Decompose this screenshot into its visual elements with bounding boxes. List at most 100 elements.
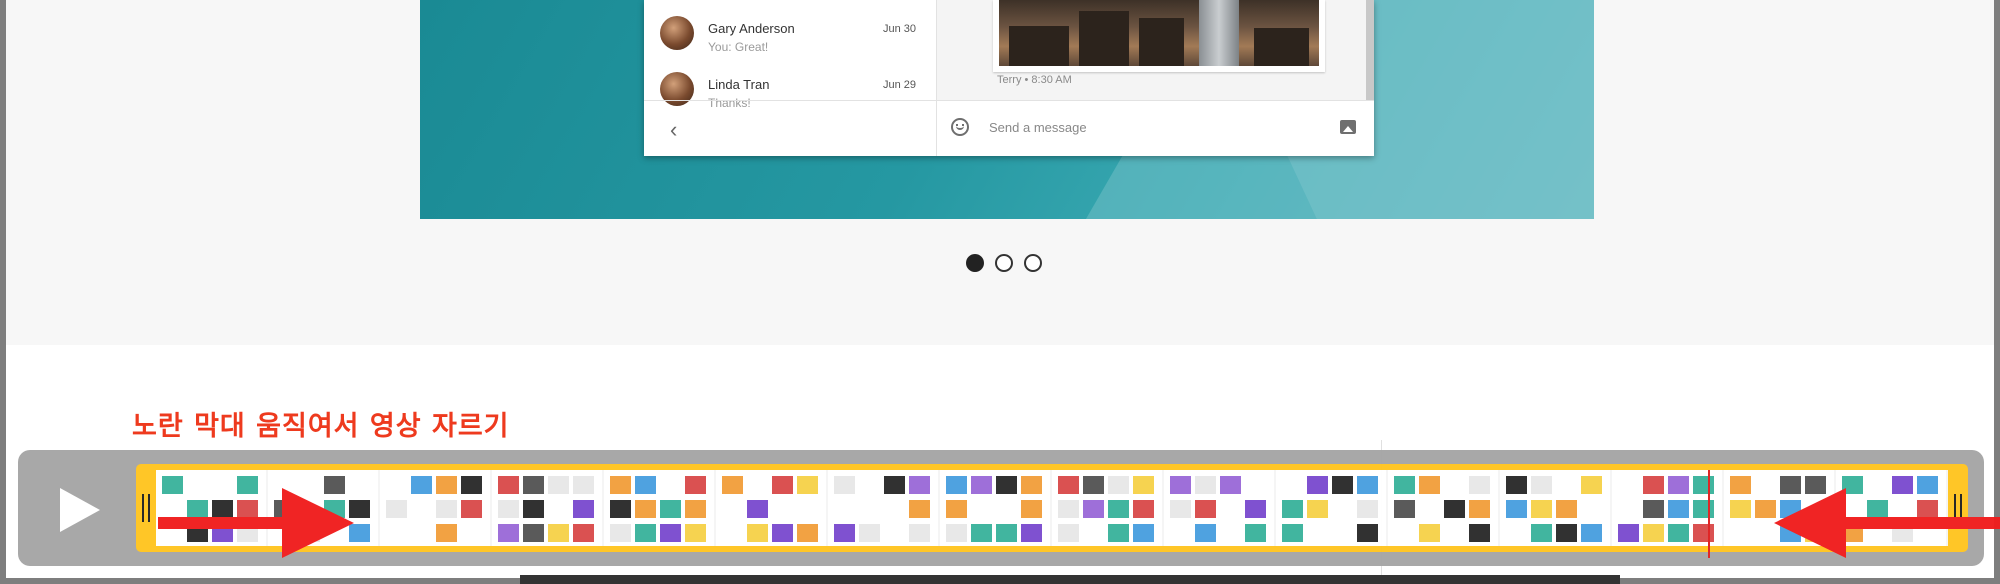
thumbnail-tile	[1108, 524, 1129, 542]
photo-building	[1254, 28, 1309, 66]
avatar	[660, 16, 694, 50]
video-trim-bar	[18, 450, 2000, 566]
thumbnail-tile	[996, 524, 1017, 542]
photo-tower	[1199, 0, 1239, 66]
thumbnail-tile	[461, 476, 482, 494]
thumbnail-tile	[1668, 476, 1689, 494]
photo-building	[1009, 26, 1069, 66]
thumbnail-tile	[1195, 500, 1216, 518]
conversation-date: Jun 30	[882, 23, 916, 35]
thumbnail-tile	[1170, 476, 1191, 494]
chat-scrollbar	[1366, 0, 1374, 100]
thumbnail-tile	[1133, 500, 1154, 518]
thumbnail-tile	[573, 524, 594, 542]
filmstrip-frame	[380, 470, 490, 546]
thumbnail-tile	[1133, 524, 1154, 542]
thumbnail-tile	[1419, 476, 1440, 494]
thumbnail-tile	[498, 524, 519, 542]
filmstrip-frame	[1164, 470, 1274, 546]
thumbnail-tile	[573, 500, 594, 518]
thumbnail-tile	[1469, 524, 1490, 542]
thumbnail-tile	[1531, 476, 1552, 494]
thumbnail-tile	[1220, 476, 1241, 494]
thumbnail-tile	[1021, 500, 1042, 518]
hero-slide-image: Gary Anderson Jun 30 You: Great! Linda T…	[420, 0, 1594, 219]
thumbnail-tile	[834, 476, 855, 494]
carousel-dot-2[interactable]	[995, 254, 1013, 272]
thumbnail-tile	[1021, 524, 1042, 542]
thumbnail-tile	[1755, 500, 1776, 518]
conversation-preview: You: Great!	[708, 40, 769, 54]
thumbnail-tile	[386, 500, 407, 518]
thumbnail-tile	[909, 476, 930, 494]
thumbnail-tile	[1668, 524, 1689, 542]
thumbnail-tile	[1693, 476, 1714, 494]
thumbnail-tile	[1581, 476, 1602, 494]
thumbnail-tile	[635, 524, 656, 542]
chat-photo	[993, 0, 1325, 72]
thumbnail-tile	[1556, 500, 1577, 518]
filmstrip-frame	[1612, 470, 1722, 546]
carousel-section: Gary Anderson Jun 30 You: Great! Linda T…	[6, 0, 1994, 345]
thumbnail-tile	[1108, 476, 1129, 494]
annotation-text: 노란 막대 움직여서 영상 자르기	[132, 411, 510, 442]
thumbnail-tile	[1282, 500, 1303, 518]
left-arrow-icon	[1774, 488, 2000, 558]
thumbnail-tile	[635, 476, 656, 494]
play-icon[interactable]	[50, 480, 110, 540]
carousel-dot-3[interactable]	[1024, 254, 1042, 272]
conversation-item: Gary Anderson Jun 30 You: Great!	[644, 6, 936, 56]
thumbnail-tile	[610, 500, 631, 518]
thumbnail-tile	[1195, 476, 1216, 494]
playhead[interactable]	[1708, 470, 1710, 558]
conversation-name: Gary Anderson	[708, 21, 795, 36]
thumbnail-tile	[523, 476, 544, 494]
filmstrip-frame	[604, 470, 714, 546]
thumbnail-tile	[1531, 524, 1552, 542]
thumbnail-tile	[1556, 524, 1577, 542]
thumbnail-tile	[909, 500, 930, 518]
thumbnail-tile	[610, 524, 631, 542]
arrow-head	[282, 488, 354, 558]
filmstrip-frame	[716, 470, 826, 546]
messaging-app-mockup: Gary Anderson Jun 30 You: Great! Linda T…	[644, 0, 1374, 156]
thumbnail-tile	[1332, 476, 1353, 494]
trim-handle-left[interactable]	[142, 494, 150, 522]
thumbnail-tile	[1021, 476, 1042, 494]
thumbnail-tile	[1357, 524, 1378, 542]
thumbnail-tile	[1282, 524, 1303, 542]
thumbnail-tile	[1058, 500, 1079, 518]
thumbnail-tile	[1357, 500, 1378, 518]
thumbnail-tile	[1245, 524, 1266, 542]
thumbnail-tile	[946, 500, 967, 518]
thumbnail-tile	[859, 524, 880, 542]
conversation-date: Jun 29	[882, 79, 916, 91]
thumbnail-tile	[909, 524, 930, 542]
thumbnail-tile	[685, 500, 706, 518]
thumbnail-tile	[1394, 476, 1415, 494]
message-input-placeholder: Send a message	[989, 120, 1087, 135]
trim-selection[interactable]	[136, 464, 1968, 552]
chat-panel: Terry • 8:30 AM	[937, 0, 1374, 100]
thumbnail-tile	[411, 476, 432, 494]
thumbnail-tile	[1058, 524, 1079, 542]
conversation-name: Linda Tran	[708, 77, 770, 92]
thumbnail-tile	[971, 476, 992, 494]
thumbnail-tile	[436, 476, 457, 494]
thumbnail-tile	[660, 500, 681, 518]
thumbnail-tile	[685, 524, 706, 542]
thumbnail-tile	[1133, 476, 1154, 494]
arrow-shaft	[1844, 517, 2000, 529]
thumbnail-tile	[548, 524, 569, 542]
thumbnail-tile	[498, 476, 519, 494]
thumbnail-tile	[946, 524, 967, 542]
filmstrip-frame	[492, 470, 602, 546]
thumbnail-tile	[1730, 476, 1751, 494]
thumbnail-tile	[1643, 524, 1664, 542]
filmstrip-frame	[1500, 470, 1610, 546]
filmstrip-frame	[1052, 470, 1162, 546]
thumbnail-tile	[996, 476, 1017, 494]
thumbnail-tile	[1307, 476, 1328, 494]
thumbnail-tile	[685, 476, 706, 494]
carousel-dot-1[interactable]	[966, 254, 984, 272]
